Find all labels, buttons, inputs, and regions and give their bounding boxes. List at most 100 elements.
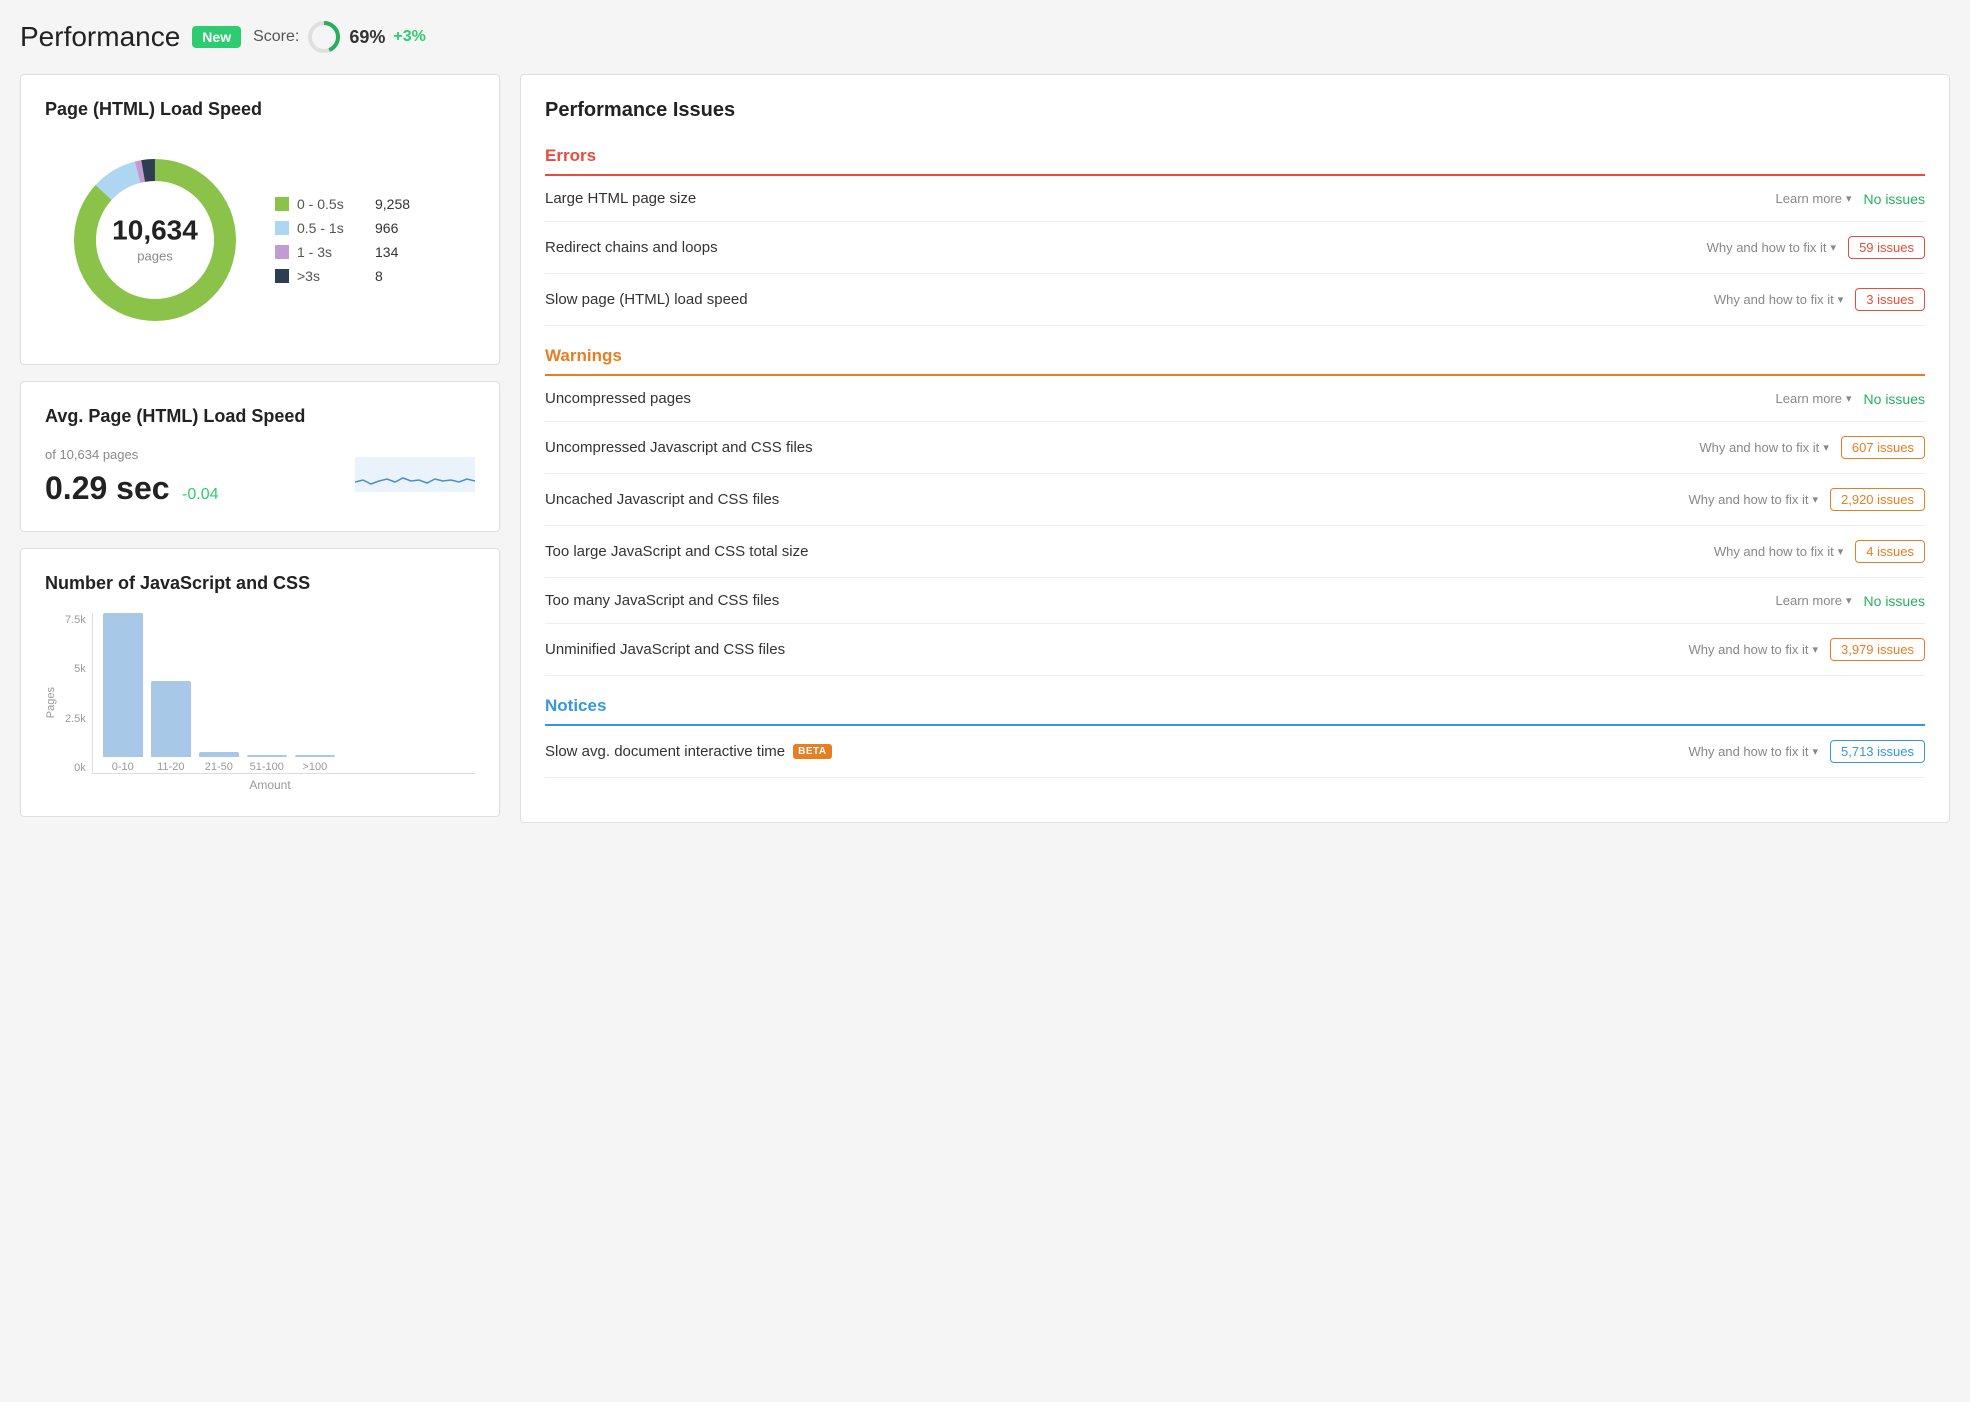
chevron-down-icon: ▾	[1846, 594, 1852, 607]
issues-count-badge[interactable]: 3,979 issues	[1830, 638, 1925, 661]
no-issues-badge: No issues	[1864, 191, 1925, 207]
issue-right: Why and how to fix it ▾ 607 issues	[1699, 436, 1925, 459]
issue-right: Learn more ▾ No issues	[1776, 391, 1925, 407]
issue-link[interactable]: Learn more ▾	[1776, 391, 1852, 406]
bar-group: 21-50	[199, 752, 239, 773]
chevron-down-icon: ▾	[1846, 392, 1852, 405]
avg-load-title: Avg. Page (HTML) Load Speed	[45, 406, 475, 427]
y-axis-title: Pages	[45, 687, 57, 718]
section-header-notices: Notices	[545, 696, 1925, 726]
js-css-card: Number of JavaScript and CSS Pages 7.5k 5…	[20, 548, 500, 817]
score-area: Score: 69% +3%	[253, 20, 426, 54]
issues-count-badge[interactable]: 5,713 issues	[1830, 740, 1925, 763]
issues-card: Performance Issues Errors Large HTML page…	[520, 74, 1950, 823]
donut-section: 10,634 pages 0 - 0.5s 9,258 0.5 - 1s 966…	[45, 140, 475, 340]
score-label: Score:	[253, 28, 299, 46]
issue-name: Uncached Javascript and CSS files	[545, 491, 779, 508]
issue-row: Redirect chains and loopsWhy and how to …	[545, 222, 1925, 274]
issue-row: Uncompressed Javascript and CSS files Why…	[545, 422, 1925, 474]
issue-row: Slow page (HTML) load speed Why and how t…	[545, 274, 1925, 326]
new-badge: New	[192, 26, 241, 48]
issue-name: Uncompressed Javascript and CSS files	[545, 439, 813, 456]
legend-value: 134	[375, 244, 398, 260]
section-header-errors: Errors	[545, 146, 1925, 176]
issue-link[interactable]: Why and how to fix it ▾	[1689, 744, 1818, 759]
issue-row: Too many JavaScript and CSS filesLearn m…	[545, 578, 1925, 624]
bar-group: 51-100	[247, 755, 287, 773]
donut-center: 10,634 pages	[112, 217, 198, 264]
legend-color-swatch	[275, 197, 289, 211]
bar-x-label: 51-100	[250, 761, 284, 773]
legend-item: >3s 8	[275, 268, 410, 284]
sparkline-svg	[355, 452, 475, 502]
issue-link[interactable]: Why and how to fix it ▾	[1689, 642, 1818, 657]
section-errors: Errors Large HTML page size Learn more ▾ No…	[545, 146, 1925, 326]
issue-name: Large HTML page size	[545, 190, 696, 207]
issue-row: Slow avg. document interactive timeBETAW…	[545, 726, 1925, 778]
issue-link[interactable]: Learn more ▾	[1776, 191, 1852, 206]
section-warnings: Warnings Uncompressed pages Learn more ▾ No…	[545, 346, 1925, 676]
bars-container: 0-10 11-20 21-50 51-100 >100	[92, 614, 475, 774]
donut-chart: 10,634 pages	[65, 150, 245, 330]
y-label: 0k	[65, 762, 86, 774]
y-label: 2.5k	[65, 713, 86, 725]
main-layout: Page (HTML) Load Speed 10,634	[20, 74, 1950, 823]
issue-link[interactable]: Why and how to fix it ▾	[1689, 492, 1818, 507]
load-speed-title: Page (HTML) Load Speed	[45, 99, 475, 120]
legend-color-swatch	[275, 269, 289, 283]
issue-link[interactable]: Why and how to fix it ▾	[1707, 240, 1836, 255]
chevron-down-icon: ▾	[1838, 293, 1844, 306]
legend-value: 9,258	[375, 196, 410, 212]
issue-link[interactable]: Learn more ▾	[1776, 593, 1852, 608]
issues-count-badge[interactable]: 2,920 issues	[1830, 488, 1925, 511]
issue-link[interactable]: Why and how to fix it ▾	[1714, 544, 1843, 559]
y-labels: 7.5k 5k 2.5k 0k	[65, 614, 92, 774]
chevron-down-icon: ▾	[1823, 441, 1829, 454]
beta-badge: BETA	[793, 744, 831, 759]
left-panel: Page (HTML) Load Speed 10,634	[20, 74, 500, 817]
bar-group: 0-10	[103, 613, 143, 773]
section-header-warnings: Warnings	[545, 346, 1925, 376]
issue-link[interactable]: Why and how to fix it ▾	[1714, 292, 1843, 307]
score-change: +3%	[393, 28, 425, 46]
issue-right: Learn more ▾ No issues	[1776, 191, 1925, 207]
legend-label: 1 - 3s	[297, 244, 357, 260]
right-panel: Performance Issues Errors Large HTML page…	[520, 74, 1950, 823]
donut-label: pages	[112, 249, 198, 264]
bar-group: >100	[295, 755, 335, 773]
issue-name: Slow page (HTML) load speed	[545, 291, 748, 308]
bar	[199, 752, 239, 757]
section-notices: NoticesSlow avg. document interactive ti…	[545, 696, 1925, 778]
issues-count-badge[interactable]: 59 issues	[1848, 236, 1925, 259]
issue-row: Unminified JavaScript and CSS filesWhy a…	[545, 624, 1925, 676]
issue-right: Why and how to fix it ▾ 2,920 issues	[1689, 488, 1925, 511]
avg-card-left: of 10,634 pages 0.29 sec -0.04	[45, 447, 218, 507]
avg-value-row: 0.29 sec -0.04	[45, 470, 218, 507]
donut-number: 10,634	[112, 217, 198, 245]
issue-name: Uncompressed pages	[545, 390, 691, 407]
bar	[247, 755, 287, 757]
bar-x-label: >100	[302, 761, 327, 773]
bar	[103, 613, 143, 757]
issues-card-title: Performance Issues	[545, 99, 1925, 122]
issue-row: Uncompressed pages Learn more ▾ No issues	[545, 376, 1925, 422]
y-label: 7.5k	[65, 614, 86, 626]
issue-right: Why and how to fix it ▾ 5,713 issues	[1689, 740, 1925, 763]
sparkline-chart	[355, 452, 475, 502]
chevron-down-icon: ▾	[1812, 493, 1818, 506]
issues-count-badge[interactable]: 3 issues	[1855, 288, 1925, 311]
no-issues-badge: No issues	[1864, 593, 1925, 609]
issues-count-badge[interactable]: 4 issues	[1855, 540, 1925, 563]
y-label: 5k	[65, 663, 86, 675]
bar	[295, 755, 335, 757]
legend-label: >3s	[297, 268, 357, 284]
no-issues-badge: No issues	[1864, 391, 1925, 407]
issues-count-badge[interactable]: 607 issues	[1841, 436, 1925, 459]
score-value: 69%	[349, 27, 385, 48]
issue-link[interactable]: Why and how to fix it ▾	[1699, 440, 1828, 455]
avg-load-card: Avg. Page (HTML) Load Speed of 10,634 pa…	[20, 381, 500, 532]
js-css-title: Number of JavaScript and CSS	[45, 573, 475, 594]
issue-right: Learn more ▾ No issues	[1776, 593, 1925, 609]
chevron-down-icon: ▾	[1831, 241, 1837, 254]
avg-value: 0.29 sec	[45, 470, 170, 506]
